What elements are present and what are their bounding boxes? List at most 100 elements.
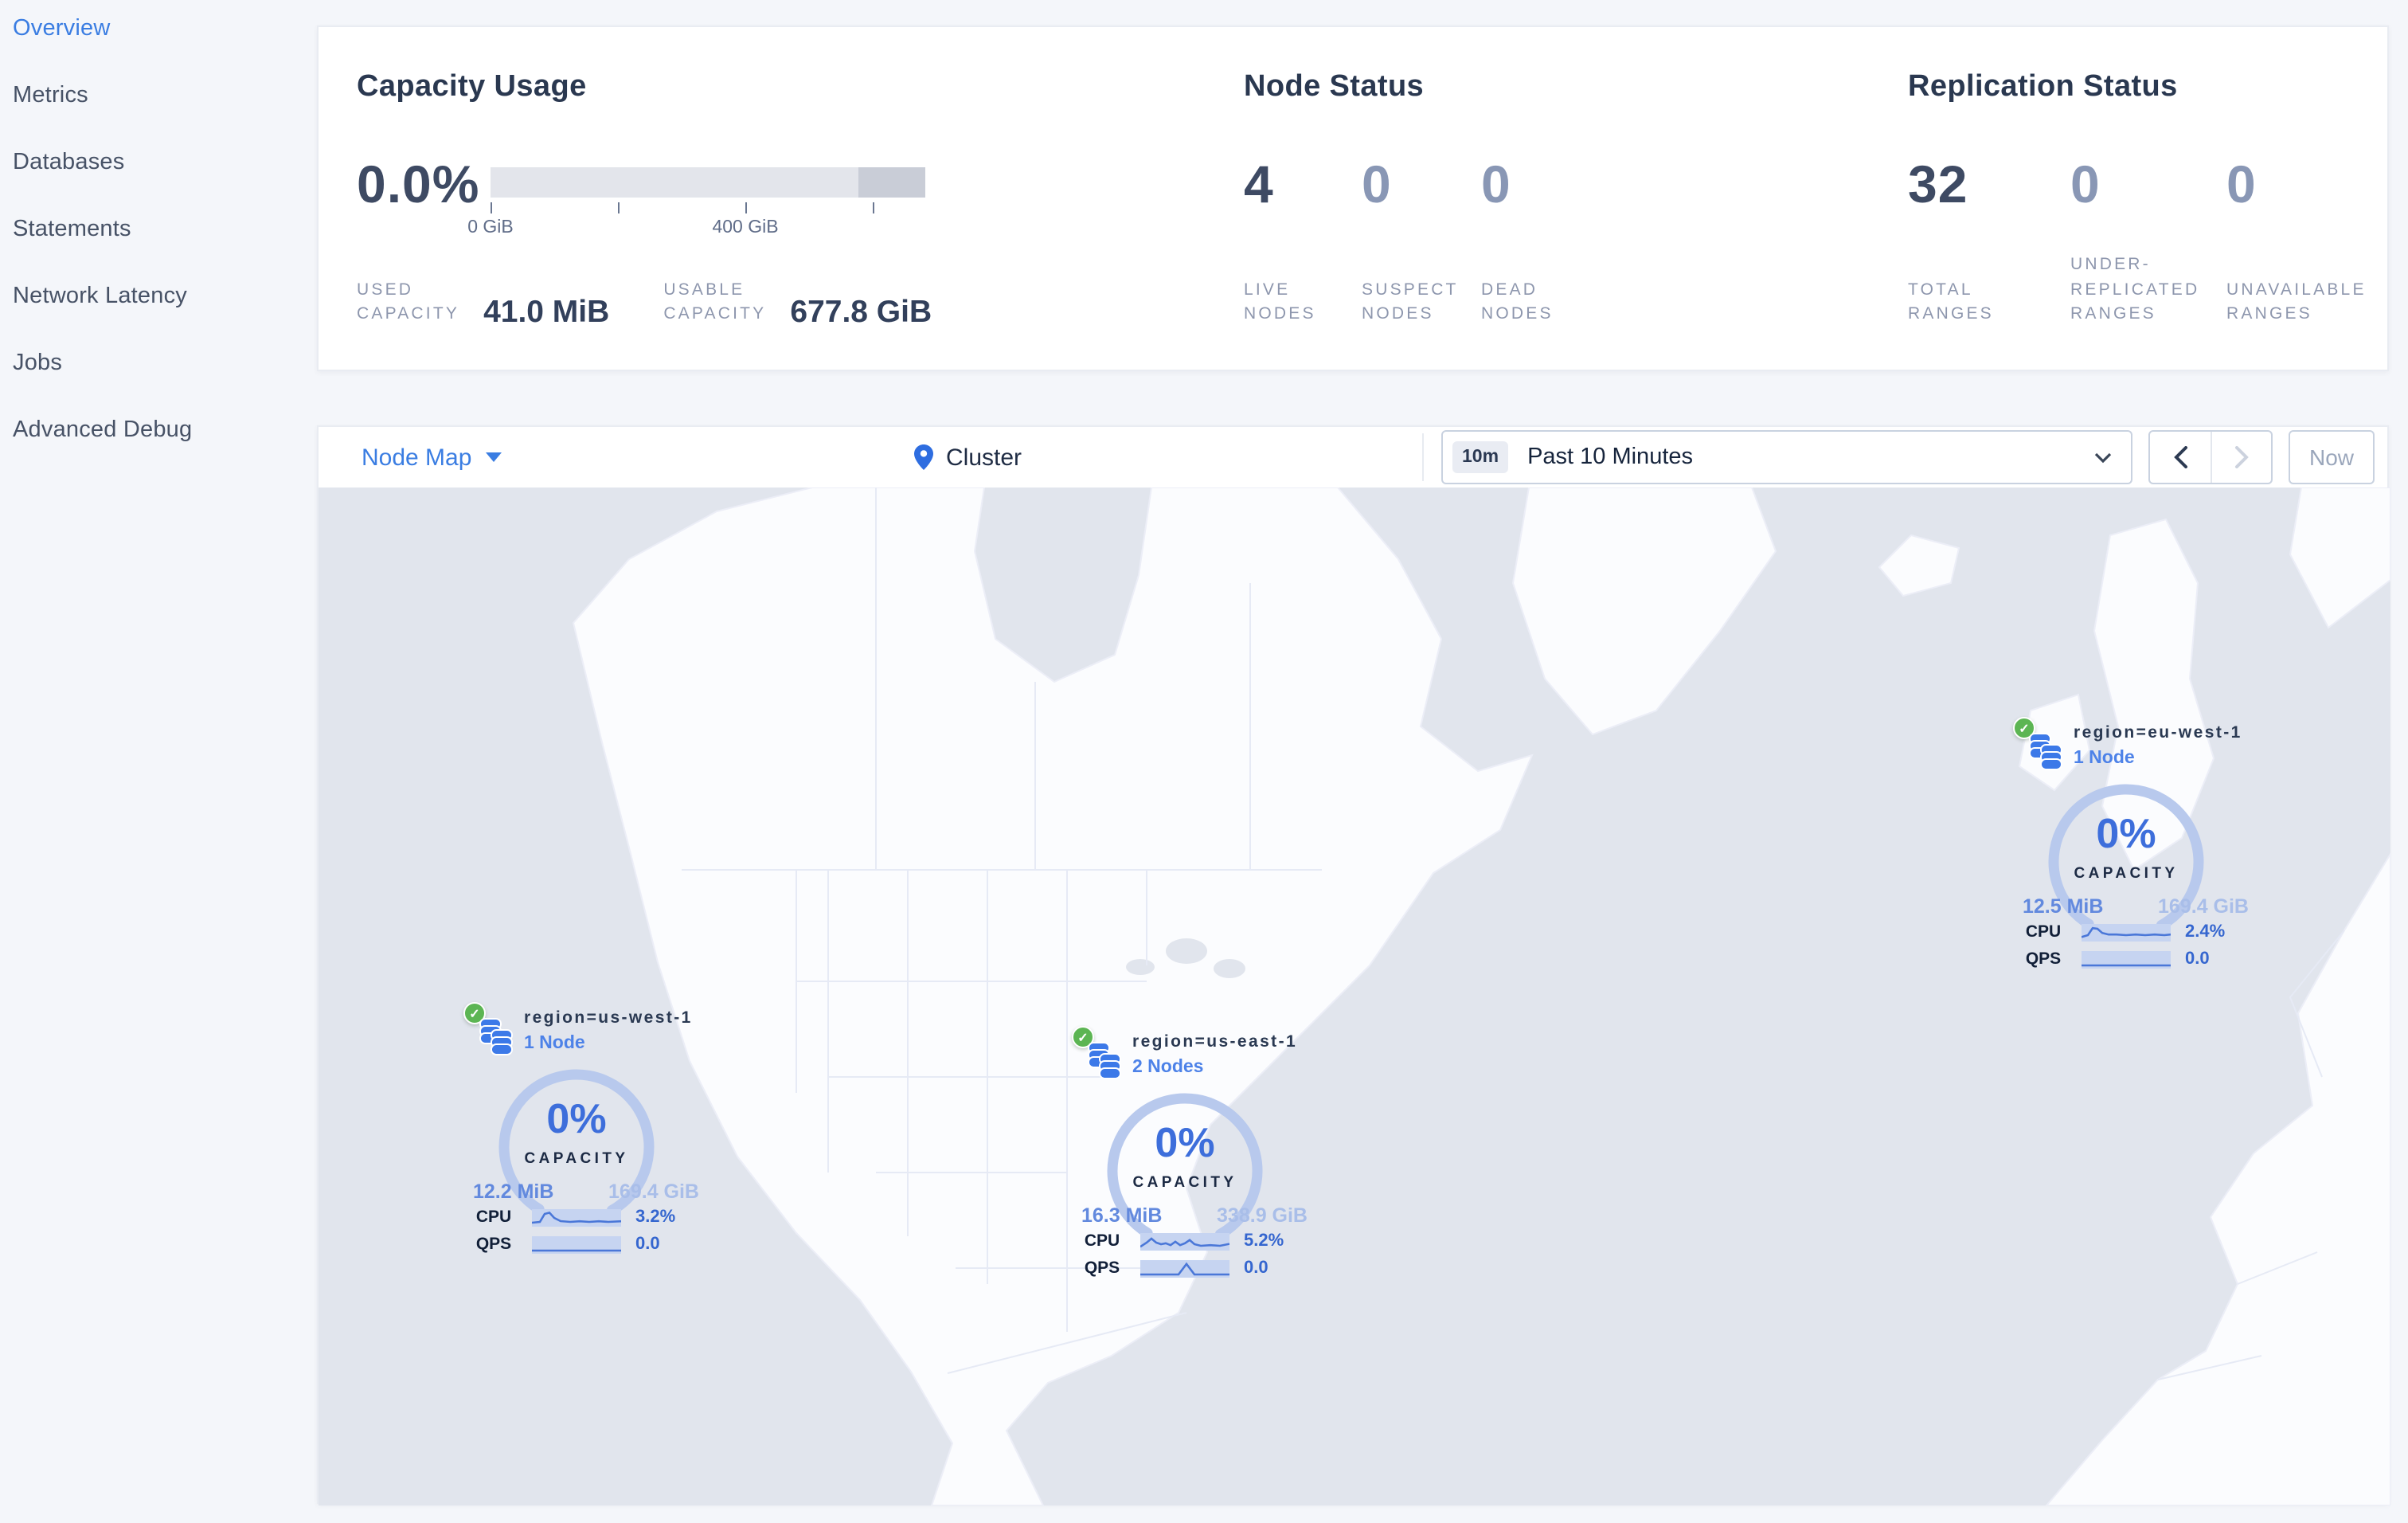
breadcrumb[interactable]: Cluster <box>914 444 1022 471</box>
chevron-down-icon <box>2094 452 2112 463</box>
qps-label: QPS <box>2025 949 2062 969</box>
unavailable-ranges-stat: 0 UNAVAILABLE RANGES <box>2226 27 2367 327</box>
qps-sparkline <box>2082 950 2171 968</box>
suspect-nodes-label: SUSPECT NODES <box>1362 280 1459 323</box>
live-nodes-stat: 4 LIVE NODES <box>1244 27 1316 327</box>
total-ranges-count: 32 <box>1908 155 1968 213</box>
used-capacity: 12.2 MiB <box>473 1180 554 1203</box>
live-nodes-label: LIVE NODES <box>1244 280 1316 323</box>
view-mode-dropdown[interactable]: Node Map <box>362 444 502 471</box>
cpu-label: CPU <box>1084 1231 1120 1251</box>
cpu-row: CPU 3.2% <box>463 1208 706 1227</box>
total-ranges-label: TOTAL RANGES <box>1908 280 1994 323</box>
page: Overview Metrics Databases Statements Ne… <box>0 0 2408 1523</box>
time-range-badge: 10m <box>1452 441 1509 473</box>
capacity-usage-row: 12.2 MiB 169.4 GiB <box>463 1180 702 1203</box>
gauge-tick <box>745 202 747 213</box>
time-range-label: Past 10 Minutes <box>1527 444 1694 470</box>
sidebar-item-network-latency[interactable]: Network Latency <box>13 284 317 309</box>
under-replicated-ranges-stat: 0 UNDER- REPLICATED RANGES <box>2070 27 2199 327</box>
sidebar-item-overview[interactable]: Overview <box>13 16 317 41</box>
capacity-percent: 0% <box>546 1094 607 1142</box>
database-nodes-icon <box>479 1018 513 1055</box>
qps-label: QPS <box>475 1235 512 1254</box>
capacity-usage-row: 12.5 MiB 169.4 GiB <box>2013 895 2252 918</box>
capacity-label: CAPACITY <box>524 1150 629 1168</box>
capacity-gauge-unusable-segment <box>858 167 925 198</box>
qps-row: QPS 0.0 <box>2013 949 2255 969</box>
cpu-value: 3.2% <box>635 1208 676 1227</box>
qps-value: 0.0 <box>635 1235 660 1254</box>
cpu-sparkline <box>532 1208 621 1226</box>
capacity-stats: USED CAPACITY 41.0 MiB USABLE CAPACITY 6… <box>357 279 932 327</box>
world-map-graphic <box>319 487 2390 1505</box>
region-marker-eu-west-1[interactable]: ✓ region=eu-west-1 1 Node 0% CAPACITY 12… <box>2013 717 2255 975</box>
region-nodes-link[interactable]: 2 Nodes <box>1132 1058 1204 1077</box>
used-capacity-label: USED CAPACITY <box>357 280 460 324</box>
node-map: ✓ region=us-west-1 1 Node 0% CAPACITY 12… <box>319 487 2390 1505</box>
under-replicated-label: UNDER- REPLICATED RANGES <box>2070 255 2200 323</box>
map-pin-icon <box>914 444 933 470</box>
unavailable-count: 0 <box>2226 155 2257 213</box>
map-toolbar: Node Map Cluster 10m Past 10 Minutes Now <box>319 427 2387 487</box>
time-forward-button[interactable] <box>2211 432 2271 483</box>
sidebar-item-databases[interactable]: Databases <box>13 150 317 175</box>
region-nodes-link[interactable]: 1 Node <box>2074 749 2135 768</box>
time-back-button[interactable] <box>2150 432 2211 483</box>
now-button[interactable]: Now <box>2289 430 2375 484</box>
used-capacity-stat: USED CAPACITY 41.0 MiB <box>357 279 609 327</box>
node-map-panel: Node Map Cluster 10m Past 10 Minutes Now… <box>317 425 2390 1505</box>
suspect-nodes-count: 0 <box>1362 155 1392 213</box>
chevron-down-icon <box>486 452 502 462</box>
time-range-dropdown[interactable]: 10m Past 10 Minutes <box>1441 430 2132 484</box>
gauge-tick <box>873 202 874 213</box>
cpu-label: CPU <box>2025 922 2062 942</box>
sidebar-item-statements[interactable]: Statements <box>13 217 317 242</box>
capacity-usage-row: 16.3 MiB 338.9 GiB <box>1072 1204 1311 1227</box>
gauge-tick <box>491 202 492 213</box>
qps-value: 0.0 <box>2185 949 2210 969</box>
dead-nodes-count: 0 <box>1481 155 1511 213</box>
cpu-row: CPU 5.2% <box>1072 1231 1314 1251</box>
view-mode-label: Node Map <box>362 444 472 471</box>
sidebar-item-advanced-debug[interactable]: Advanced Debug <box>13 417 317 443</box>
used-capacity: 12.5 MiB <box>2023 895 2104 918</box>
capacity-label: CAPACITY <box>1132 1174 1237 1192</box>
qps-row: QPS 0.0 <box>463 1235 706 1254</box>
usable-capacity: 338.9 GiB <box>1217 1204 1308 1227</box>
sidebar-item-jobs[interactable]: Jobs <box>13 350 317 376</box>
usable-capacity: 169.4 GiB <box>2158 895 2249 918</box>
suspect-nodes-stat: 0 SUSPECT NODES <box>1362 27 1459 327</box>
qps-sparkline <box>532 1235 621 1253</box>
qps-label: QPS <box>1084 1259 1120 1278</box>
qps-sparkline <box>1140 1259 1229 1277</box>
total-ranges-stat: 32 TOTAL RANGES <box>1908 27 1994 327</box>
capacity-percent: 0% <box>2096 809 2156 857</box>
cpu-value: 2.4% <box>2185 922 2226 942</box>
region-label: region=us-east-1 <box>1132 1032 1298 1051</box>
used-capacity-value: 41.0 MiB <box>483 294 610 330</box>
live-nodes-count: 4 <box>1244 155 1274 213</box>
capacity-label: CAPACITY <box>2074 865 2179 883</box>
sidebar-item-metrics[interactable]: Metrics <box>13 83 317 108</box>
capacity-percent: 0% <box>1155 1118 1215 1166</box>
gauge-tick-label-400: 400 GiB <box>712 218 779 237</box>
region-marker-us-west-1[interactable]: ✓ region=us-west-1 1 Node 0% CAPACITY 12… <box>463 1002 706 1260</box>
dead-nodes-stat: 0 DEAD NODES <box>1481 27 1554 327</box>
cpu-row: CPU 2.4% <box>2013 922 2255 942</box>
capacity-usage-title: Capacity Usage <box>357 70 587 104</box>
sidebar-nav: Overview Metrics Databases Statements Ne… <box>0 0 317 1523</box>
region-nodes-link[interactable]: 1 Node <box>524 1034 585 1053</box>
breadcrumb-cluster: Cluster <box>946 444 1022 471</box>
used-capacity: 16.3 MiB <box>1081 1204 1163 1227</box>
dead-nodes-label: DEAD NODES <box>1481 280 1554 323</box>
database-nodes-icon <box>1088 1042 1121 1079</box>
toolbar-divider <box>1422 433 1424 481</box>
time-controls: 10m Past 10 Minutes Now <box>1441 430 2375 484</box>
unavailable-label: UNAVAILABLE RANGES <box>2226 280 2367 323</box>
region-marker-us-east-1[interactable]: ✓ region=us-east-1 2 Nodes 0% CAPACITY 1… <box>1072 1026 1314 1284</box>
usable-capacity: 169.4 GiB <box>608 1180 699 1203</box>
cluster-summary-card: Capacity Usage Node Status Replication S… <box>317 25 2389 371</box>
cpu-value: 5.2% <box>1244 1231 1284 1251</box>
gauge-tick-label-0: 0 GiB <box>467 218 514 237</box>
